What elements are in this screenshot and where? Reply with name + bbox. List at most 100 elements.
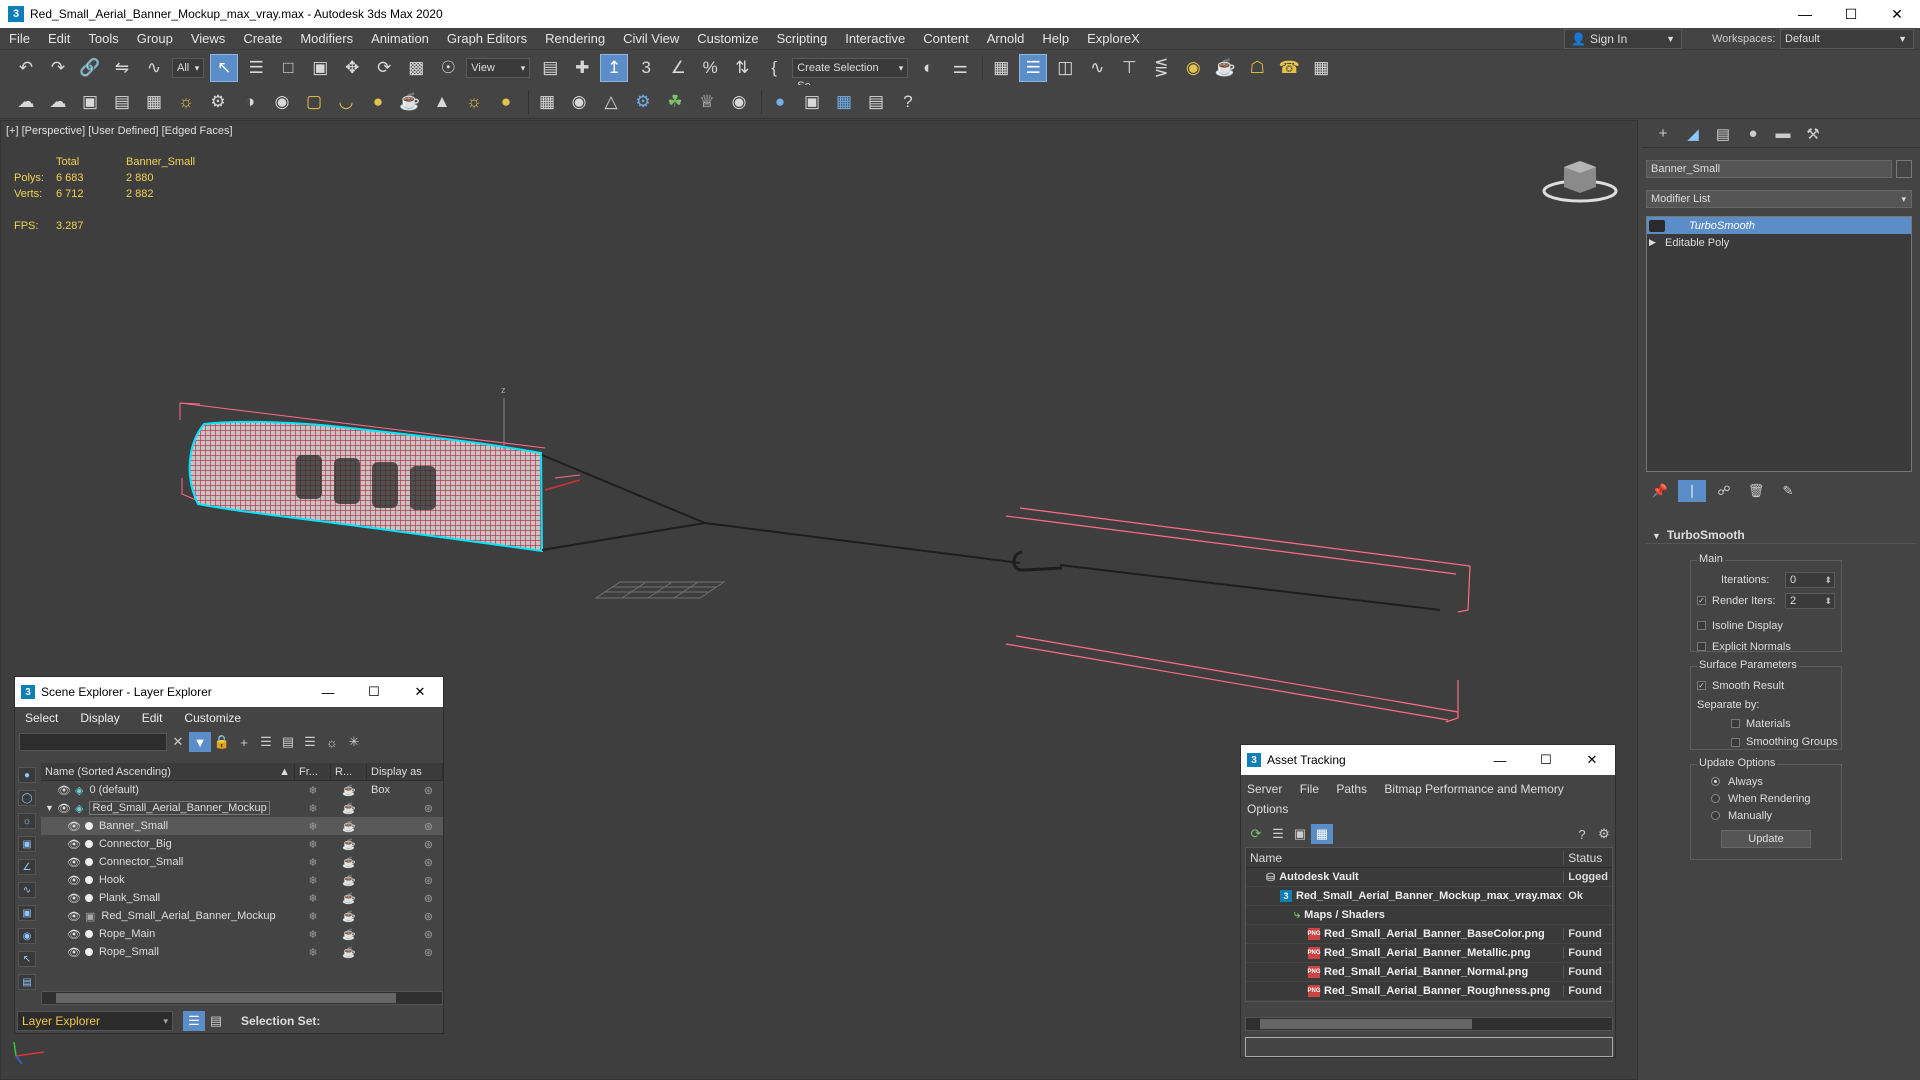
place-icon[interactable]: ☉ xyxy=(434,54,462,82)
menu-views[interactable]: Views xyxy=(182,28,234,50)
viewport-label[interactable]: [+] [Perspective] [User Defined] [Edged … xyxy=(6,125,233,137)
asset-row[interactable]: PNG Red_Small_Aerial_Banner_BaseColor.png… xyxy=(1246,925,1612,944)
asset-row[interactable]: ⤷ Maps / Shaders xyxy=(1246,906,1612,925)
visibility-eye-icon[interactable]: 👁 xyxy=(67,874,81,887)
maximize-icon[interactable]: ☐ xyxy=(1523,745,1569,775)
at-menu-server[interactable]: Server xyxy=(1247,782,1282,796)
edit-named-sets-icon[interactable]: { xyxy=(760,54,788,82)
toggle-ribbon-icon[interactable]: ◫ xyxy=(1051,54,1079,82)
freeze-toggle-icon[interactable]: ❄ xyxy=(295,874,331,887)
remove-modifier-icon[interactable]: 🗑 xyxy=(1742,480,1770,502)
menu-group[interactable]: Group xyxy=(128,28,182,50)
filter-icon[interactable]: ▼ xyxy=(189,732,211,752)
col-display-as-box[interactable]: Display as Box xyxy=(367,762,443,796)
clear-search-icon[interactable]: ✕ xyxy=(167,732,189,752)
layers-toggle-icon[interactable]: ☰ xyxy=(183,1011,205,1031)
show-end-result-icon[interactable]: ∣ xyxy=(1678,480,1706,502)
object-name-field[interactable]: Banner_Small xyxy=(1646,160,1892,178)
renderable-toggle-icon[interactable]: ☕ xyxy=(331,838,367,851)
sphere-primitive-icon[interactable]: ● xyxy=(364,88,392,116)
menu-file[interactable]: File xyxy=(0,28,39,50)
iterations-spinner[interactable]: 0 xyxy=(1785,571,1835,588)
close-icon[interactable]: ✕ xyxy=(1569,745,1615,775)
minimize-icon[interactable]: — xyxy=(1782,0,1828,28)
scale-icon[interactable]: ▩ xyxy=(402,54,430,82)
select-object-icon[interactable]: ↖ xyxy=(210,54,239,82)
object-color-swatch[interactable] xyxy=(1896,160,1912,178)
col-asset-name[interactable]: Name xyxy=(1246,851,1563,865)
angle-snap-icon[interactable]: ∠ xyxy=(664,54,692,82)
thumbnail-view-icon[interactable]: ▣ xyxy=(1289,824,1311,844)
reference-coordinate-dropdown[interactable]: View xyxy=(466,58,531,78)
refresh-icon[interactable]: ⟳ xyxy=(1245,824,1267,844)
lock-icon[interactable]: 🔒 xyxy=(211,732,233,752)
minimize-icon[interactable]: — xyxy=(1477,745,1523,775)
percent-snap-icon[interactable]: % xyxy=(696,54,724,82)
tree-row[interactable]: 👁 Plank_Small ❄ ☕ ⊛ xyxy=(41,889,443,907)
display-groups-icon[interactable]: ▣ xyxy=(18,905,36,921)
always-radio[interactable] xyxy=(1711,777,1720,786)
display-bones-icon[interactable]: ↖ xyxy=(18,951,36,967)
asset-row[interactable]: ⛁ Autodesk Vault Logged xyxy=(1246,868,1612,887)
manipulate-icon[interactable]: ✚ xyxy=(568,54,596,82)
scene-explorer-icon[interactable]: ▦ xyxy=(987,54,1015,82)
render-production-icon[interactable]: ☎ xyxy=(1275,54,1303,82)
freeze-toggle-icon[interactable]: ❄ xyxy=(295,784,331,797)
close-icon[interactable]: ✕ xyxy=(397,677,443,707)
spinner-snap-icon[interactable]: ⇅ xyxy=(728,54,756,82)
renderable-toggle-icon[interactable]: ☕ xyxy=(331,910,367,923)
rotate-icon[interactable]: ⟳ xyxy=(370,54,398,82)
update-button[interactable]: Update xyxy=(1721,830,1811,848)
camera-icon[interactable]: ⚙ xyxy=(204,88,232,116)
tab-create-icon[interactable]: + xyxy=(1648,121,1678,147)
selection-filter-dropdown[interactable]: All xyxy=(172,58,205,78)
at-menu-paths[interactable]: Paths xyxy=(1336,782,1367,796)
minimize-icon[interactable]: — xyxy=(305,677,351,707)
col-name[interactable]: Name (Sorted Ascending) ▲ xyxy=(41,762,295,781)
visibility-eye-icon[interactable]: 👁 xyxy=(57,784,71,797)
explorer-type-dropdown[interactable]: Layer Explorer xyxy=(17,1011,173,1031)
settings-icon[interactable]: ✳ xyxy=(343,732,365,752)
visibility-eye-icon[interactable]: 👁 xyxy=(67,928,81,941)
display-all-icon[interactable]: ▤ xyxy=(18,974,36,990)
list-view-icon[interactable]: ☰ xyxy=(1267,824,1289,844)
display-lights-icon[interactable]: ☼ xyxy=(18,813,36,829)
render-image-icon[interactable]: ▣ xyxy=(76,88,104,116)
material-editor-icon[interactable]: ◉ xyxy=(1179,54,1207,82)
rendered-frame-icon[interactable]: ☖ xyxy=(1243,54,1271,82)
render-setup-icon[interactable]: ☕ xyxy=(1211,54,1239,82)
menu-tools[interactable]: Tools xyxy=(79,28,127,50)
mirror-icon[interactable]: ◐ xyxy=(914,54,942,82)
manually-radio[interactable] xyxy=(1711,811,1720,820)
display-spacewarps-icon[interactable]: ∿ xyxy=(18,882,36,898)
renderable-toggle-icon[interactable]: ☕ xyxy=(331,802,367,815)
renderable-toggle-icon[interactable]: ☕ xyxy=(331,946,367,959)
se-menu-select[interactable]: Select xyxy=(25,711,58,725)
highlight-icon[interactable]: ☼ xyxy=(321,732,343,752)
display-as-box-icon[interactable]: ⊛ xyxy=(367,784,443,797)
snaps-toggle-icon[interactable]: 3 xyxy=(632,54,660,82)
hierarchy-toggle-icon[interactable]: ▤ xyxy=(205,1011,227,1031)
grid-icon[interactable]: ▦ xyxy=(140,88,168,116)
schematic-view-icon[interactable]: ⋚ xyxy=(1147,54,1175,82)
se-menu-edit[interactable]: Edit xyxy=(142,711,163,725)
at-menu-bitmap[interactable]: Bitmap Performance and Memory xyxy=(1384,782,1563,796)
pin-stack-icon[interactable]: 📌 xyxy=(1646,480,1674,502)
unlink-icon[interactable]: ⇋ xyxy=(108,54,136,82)
display-helpers-icon[interactable]: ∠ xyxy=(18,859,36,875)
menu-animation[interactable]: Animation xyxy=(362,28,438,50)
pivot-icon[interactable]: ▤ xyxy=(536,54,564,82)
stack-item-turbosmooth[interactable]: TurboSmooth xyxy=(1647,217,1911,234)
bind-spacewarp-icon[interactable]: ∿ xyxy=(140,54,168,82)
materials-checkbox[interactable] xyxy=(1731,719,1740,728)
render-iters-spinner[interactable]: 2 xyxy=(1785,592,1835,609)
display-geometry-icon[interactable]: ● xyxy=(18,767,36,783)
freeze-toggle-icon[interactable]: ❄ xyxy=(295,802,331,815)
menu-create[interactable]: Create xyxy=(234,28,291,50)
lightbulb-icon[interactable] xyxy=(1649,219,1665,232)
make-unique-icon[interactable]: ☍ xyxy=(1710,480,1738,502)
align-icon[interactable]: ⚌ xyxy=(946,54,974,82)
tree-row[interactable]: 👁 Rope_Main ❄ ☕ ⊛ xyxy=(41,925,443,943)
renderable-toggle-icon[interactable]: ☕ xyxy=(331,820,367,833)
se-search-input[interactable] xyxy=(19,733,167,751)
